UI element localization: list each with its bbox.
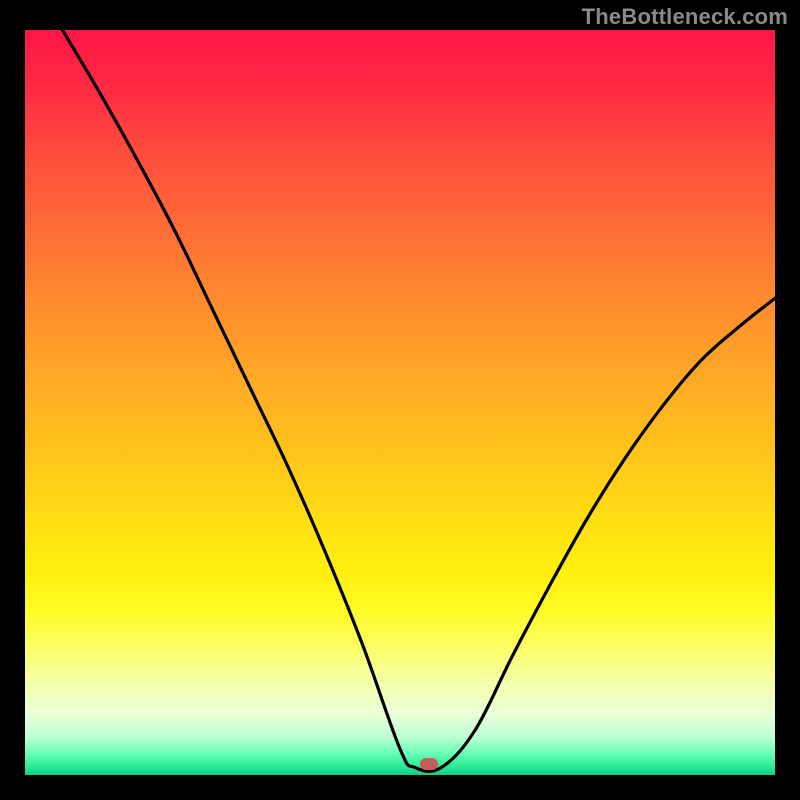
- watermark-text: TheBottleneck.com: [582, 4, 788, 30]
- minimum-marker: [420, 758, 438, 770]
- bottleneck-curve: [25, 30, 775, 775]
- plot-area: [25, 30, 775, 775]
- chart-frame: TheBottleneck.com: [0, 0, 800, 800]
